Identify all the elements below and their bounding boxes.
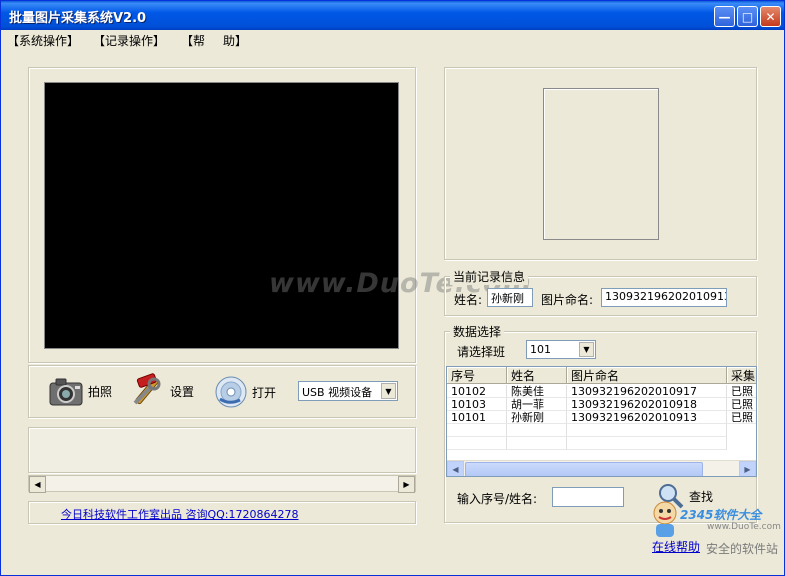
empty-row <box>447 424 507 437</box>
empty-row <box>567 424 727 437</box>
photo-preview <box>543 88 659 240</box>
settings-label: 设置 <box>170 384 195 399</box>
mascot-logo-icon <box>653 501 677 537</box>
cell-id: 10101 <box>447 411 507 424</box>
menu-record-ops[interactable]: 【记录操作】 <box>93 32 165 49</box>
current-record-legend: 当前记录信息 <box>450 268 529 285</box>
settings-tools-icon <box>133 373 161 405</box>
status-panel <box>28 427 416 473</box>
open-label: 打开 <box>252 385 277 400</box>
menu-help-part1[interactable]: 【帮 <box>181 32 205 49</box>
title-bar[interactable]: 批量图片采集系统V2.0 — □ ✕ <box>1 1 784 30</box>
grid-horizontal-scrollbar[interactable]: ◀ ▶ <box>447 460 756 476</box>
cell-capture: 已照 <box>727 398 756 411</box>
scroll-left-icon[interactable]: ◀ <box>447 461 464 476</box>
device-select[interactable]: USB 视频设备 ▼ <box>298 381 398 401</box>
video-preview <box>44 82 399 349</box>
cell-capture: 已照 <box>727 411 756 424</box>
search-button-label: 查找 <box>689 489 714 504</box>
menu-bar: 【系统操作】 【记录操作】 【帮 助】 <box>1 30 784 50</box>
empty-row <box>447 437 507 450</box>
class-select-label: 请选择班 <box>457 345 506 359</box>
scroll-thumb[interactable] <box>465 462 703 476</box>
chevron-down-icon[interactable]: ▼ <box>579 342 594 357</box>
open-button[interactable]: 打开 <box>214 375 276 409</box>
cell-photo-name: 130932196202010918 <box>567 398 727 411</box>
column-header-photo-name[interactable]: 图片命名 <box>567 367 727 384</box>
search-input[interactable] <box>552 487 624 507</box>
name-label: 姓名: <box>454 293 483 307</box>
capture-button[interactable]: 拍照 <box>48 374 112 408</box>
column-header-name[interactable]: 姓名 <box>507 367 567 384</box>
window-title: 批量图片采集系统V2.0 <box>9 11 147 26</box>
menu-system-ops[interactable]: 【系统操作】 <box>7 32 79 49</box>
close-icon: ✕ <box>765 9 776 24</box>
empty-row <box>507 437 567 450</box>
cell-photo-name: 130932196202010913 <box>567 411 727 424</box>
close-button[interactable]: ✕ <box>760 6 781 27</box>
maximize-icon: □ <box>741 9 754 24</box>
column-header-id[interactable]: 序号 <box>447 367 507 384</box>
device-select-value: USB 视频设备 <box>302 386 373 399</box>
cell-name: 胡一菲 <box>507 398 567 411</box>
cell-capture: 已照 <box>727 385 756 398</box>
menu-help-part2[interactable]: 助】 <box>223 32 247 49</box>
chevron-down-icon[interactable]: ▼ <box>381 383 396 399</box>
minimize-button[interactable]: — <box>714 6 735 27</box>
left-horizontal-scrollbar[interactable]: ◀ ▶ <box>28 475 416 493</box>
cell-name: 陈美佳 <box>507 385 567 398</box>
class-select-value: 101 <box>530 343 551 356</box>
minimize-icon: — <box>718 9 731 24</box>
cell-id: 10103 <box>447 398 507 411</box>
records-grid[interactable]: 序号 姓名 图片命名 采集 10102 陈美佳 1309321962020109… <box>446 366 757 477</box>
disc-icon <box>215 376 247 408</box>
photo-name-label: 图片命名: <box>541 293 594 307</box>
photo-name-field[interactable]: 130932196202010913 <box>601 288 727 307</box>
capture-label: 拍照 <box>88 384 113 399</box>
data-select-legend: 数据选择 <box>450 323 505 340</box>
online-help-link[interactable]: 在线帮助 <box>652 538 700 555</box>
app-window: 批量图片采集系统V2.0 — □ ✕ 【系统操作】 【记录操作】 【帮 助】 拍… <box>0 0 785 576</box>
class-select[interactable]: 101 ▼ <box>526 340 596 359</box>
credit-link[interactable]: 今日科技软件工作室出品 咨询QQ:1720864278 <box>61 506 299 522</box>
scroll-right-icon[interactable]: ▶ <box>398 476 415 493</box>
maximize-button[interactable]: □ <box>737 6 758 27</box>
scroll-right-icon[interactable]: ▶ <box>739 461 756 476</box>
site-url-watermark: www.DuoTe.com <box>707 522 781 532</box>
name-field[interactable]: 孙新刚 <box>487 288 533 307</box>
scroll-left-icon[interactable]: ◀ <box>29 476 46 493</box>
cell-id: 10102 <box>447 385 507 398</box>
settings-button[interactable]: 设置 <box>130 373 194 409</box>
site-brand-watermark: 2345软件大全 <box>680 508 762 522</box>
empty-row <box>567 437 727 450</box>
search-label: 输入序号/姓名: <box>457 492 538 506</box>
camera-icon <box>49 378 83 406</box>
column-header-capture[interactable]: 采集 <box>727 367 756 384</box>
cell-name: 孙新刚 <box>507 411 567 424</box>
cell-photo-name: 130932196202010917 <box>567 385 727 398</box>
empty-row <box>507 424 567 437</box>
site-tagline-watermark: 安全的软件站 <box>706 542 779 556</box>
